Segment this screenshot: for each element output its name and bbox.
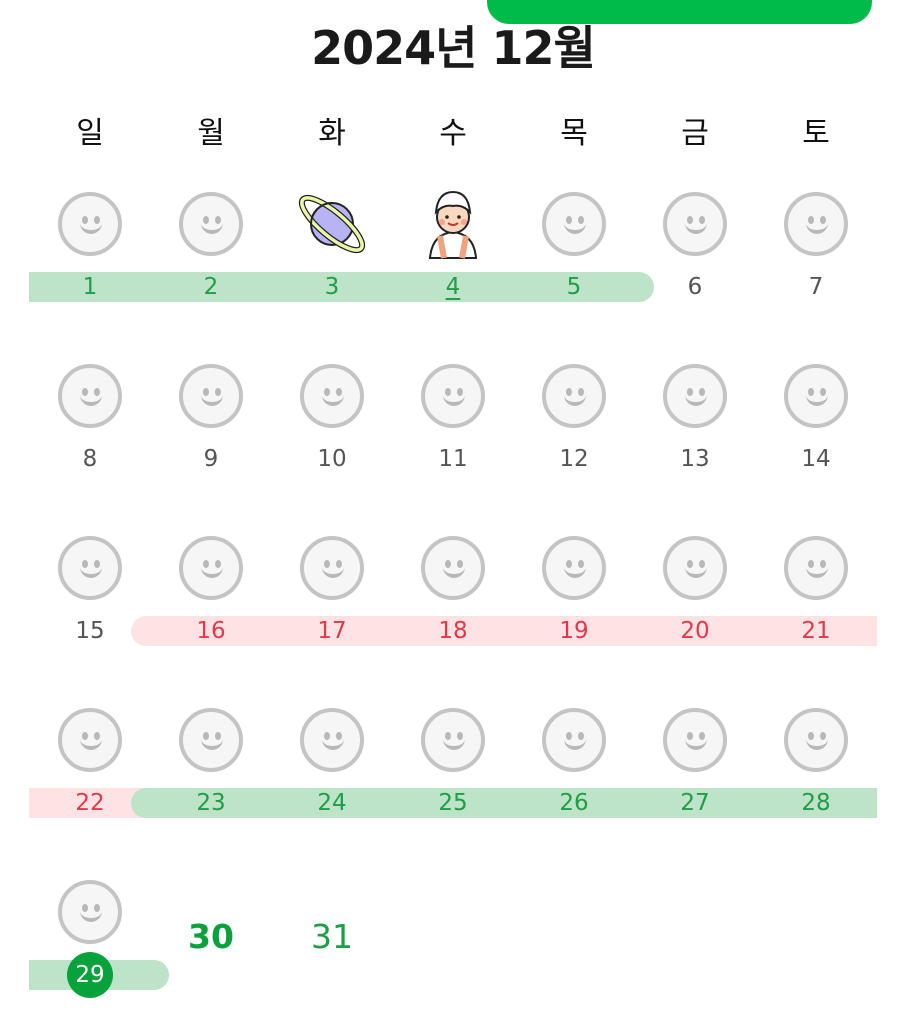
smiley-face-icon[interactable] xyxy=(542,192,606,256)
character-icon[interactable] xyxy=(414,184,492,262)
day-number[interactable]: 2 xyxy=(171,272,251,302)
day-number[interactable]: 10 xyxy=(292,444,372,474)
day-number[interactable]: 31 xyxy=(287,917,377,957)
day-number[interactable]: 5 xyxy=(534,272,614,302)
day-number[interactable]: 8 xyxy=(50,444,130,474)
weekday-sat: 토 xyxy=(802,116,830,151)
smiley-face-icon[interactable] xyxy=(58,536,122,600)
smiley-face-icon[interactable] xyxy=(784,364,848,428)
day-number[interactable]: 21 xyxy=(776,616,856,646)
day-number[interactable]: 26 xyxy=(534,788,614,818)
day-number[interactable]: 27 xyxy=(655,788,735,818)
day-number[interactable]: 7 xyxy=(776,272,856,302)
smiley-face-icon[interactable] xyxy=(58,880,122,944)
day-number[interactable]: 17 xyxy=(292,616,372,646)
day-number[interactable]: 16 xyxy=(171,616,251,646)
weekday-mon: 월 xyxy=(197,116,225,151)
smiley-face-icon[interactable] xyxy=(300,708,364,772)
day-number[interactable]: 3 xyxy=(292,272,372,302)
smiley-face-icon[interactable] xyxy=(300,536,364,600)
smiley-face-icon[interactable] xyxy=(300,364,364,428)
day-number[interactable]: 4 xyxy=(413,272,493,302)
smiley-face-icon[interactable] xyxy=(179,364,243,428)
smiley-face-icon[interactable] xyxy=(179,192,243,256)
smiley-face-icon[interactable] xyxy=(58,364,122,428)
day-number[interactable]: 23 xyxy=(171,788,251,818)
smiley-face-icon[interactable] xyxy=(179,708,243,772)
smiley-face-icon[interactable] xyxy=(542,708,606,772)
weekday-wed: 수 xyxy=(439,116,467,151)
day-number[interactable]: 6 xyxy=(655,272,735,302)
smiley-face-icon[interactable] xyxy=(421,708,485,772)
day-number[interactable]: 24 xyxy=(292,788,372,818)
weekday-fri: 금 xyxy=(681,116,709,151)
smiley-face-icon[interactable] xyxy=(58,192,122,256)
smiley-face-icon[interactable] xyxy=(784,192,848,256)
day-number[interactable]: 28 xyxy=(776,788,856,818)
smiley-face-icon[interactable] xyxy=(421,364,485,428)
day-number[interactable]: 14 xyxy=(776,444,856,474)
month-title: 2024년 12월 xyxy=(311,21,596,75)
day-number[interactable]: 12 xyxy=(534,444,614,474)
weekday-thu: 목 xyxy=(560,116,588,151)
smiley-face-icon[interactable] xyxy=(542,364,606,428)
day-number[interactable]: 18 xyxy=(413,616,493,646)
day-number[interactable]: 9 xyxy=(171,444,251,474)
day-number[interactable]: 22 xyxy=(50,788,130,818)
planet-icon[interactable] xyxy=(293,185,371,263)
day-number[interactable]: 13 xyxy=(655,444,735,474)
smiley-face-icon[interactable] xyxy=(663,536,727,600)
day-number[interactable]: 20 xyxy=(655,616,735,646)
today-day-number[interactable]: 29 xyxy=(67,952,113,998)
day-number[interactable]: 19 xyxy=(534,616,614,646)
day-number[interactable]: 25 xyxy=(413,788,493,818)
smiley-face-icon[interactable] xyxy=(663,192,727,256)
smiley-face-icon[interactable] xyxy=(179,536,243,600)
smiley-face-icon[interactable] xyxy=(58,708,122,772)
smiley-face-icon[interactable] xyxy=(663,708,727,772)
day-number[interactable]: 11 xyxy=(413,444,493,474)
day-number[interactable]: 15 xyxy=(50,616,130,646)
smiley-face-icon[interactable] xyxy=(784,536,848,600)
smiley-face-icon[interactable] xyxy=(421,536,485,600)
smiley-face-icon[interactable] xyxy=(542,536,606,600)
weekday-header: 일 월 화 수 목 금 토 xyxy=(0,108,906,152)
day-number[interactable]: 1 xyxy=(50,272,130,302)
weekday-sun: 일 xyxy=(76,116,104,151)
smiley-face-icon[interactable] xyxy=(663,364,727,428)
smiley-face-icon[interactable] xyxy=(784,708,848,772)
day-number[interactable]: 30 xyxy=(166,917,256,957)
weekday-tue: 화 xyxy=(318,116,346,151)
